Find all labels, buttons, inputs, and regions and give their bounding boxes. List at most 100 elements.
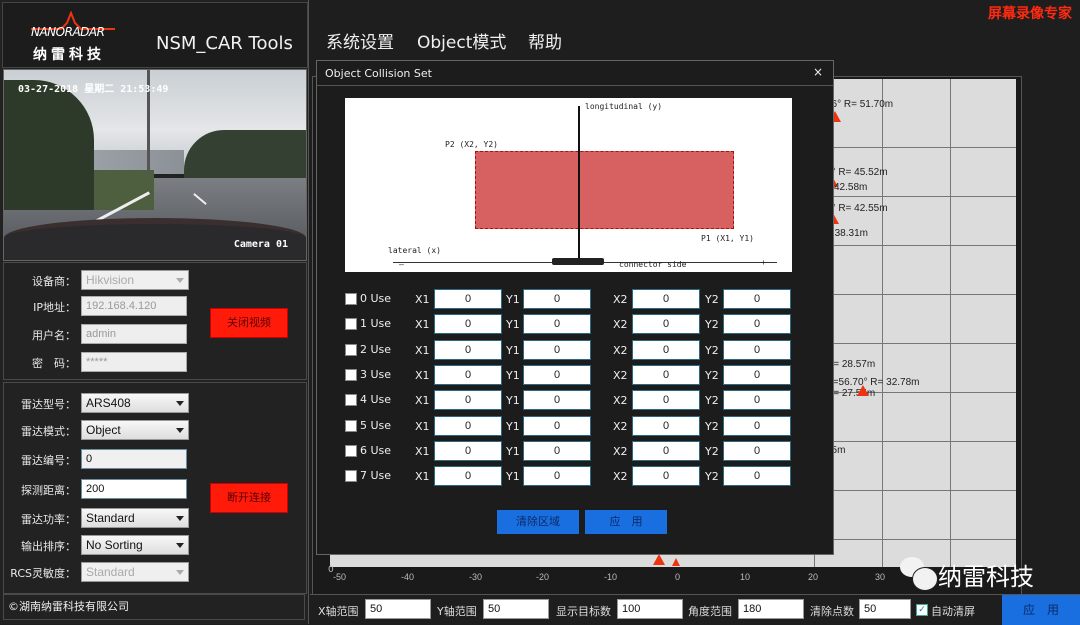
y2-input[interactable]: 0 bbox=[723, 289, 791, 309]
close-video-button[interactable]: 关闭视频 bbox=[210, 308, 288, 338]
y2-input[interactable]: 0 bbox=[723, 364, 791, 385]
longitudinal-label: longitudinal (y) bbox=[585, 102, 663, 111]
mode-select[interactable]: Object bbox=[81, 420, 189, 440]
chevron-down-icon bbox=[176, 278, 184, 283]
dialog-title-bar[interactable]: Object Collision Set × bbox=[317, 61, 833, 86]
sort-value: No Sorting bbox=[86, 538, 143, 552]
x1-input[interactable]: 0 bbox=[434, 415, 502, 436]
clear-zones-button[interactable]: 清除区域 bbox=[497, 510, 579, 534]
zone-use-checkbox[interactable] bbox=[345, 318, 357, 331]
lateral-label: lateral (x) bbox=[388, 246, 441, 255]
y1-label: Y1 bbox=[506, 394, 520, 408]
y1-input[interactable]: 0 bbox=[523, 440, 591, 461]
y1-input[interactable]: 0 bbox=[523, 415, 591, 436]
y1-input[interactable]: 0 bbox=[523, 339, 591, 360]
zone-row: 4 Use X1 0 Y1 0 X2 0 Y2 0 bbox=[345, 390, 815, 411]
y2-input[interactable]: 0 bbox=[723, 390, 791, 411]
y2-label: Y2 bbox=[705, 419, 719, 433]
x1-input[interactable]: 0 bbox=[434, 289, 502, 309]
mode-row: 雷达模式： Object bbox=[4, 420, 204, 442]
x2-input[interactable]: 0 bbox=[632, 390, 700, 411]
x1-input[interactable]: 0 bbox=[434, 364, 502, 385]
dialog-apply-button[interactable]: 应 用 bbox=[585, 510, 667, 534]
power-select[interactable]: Standard bbox=[81, 508, 189, 528]
ip-input[interactable]: 192.168.4.120 bbox=[81, 296, 187, 316]
x1-input[interactable]: 0 bbox=[434, 339, 502, 360]
chevron-down-icon bbox=[176, 570, 184, 575]
y2-input[interactable]: 0 bbox=[723, 339, 791, 360]
x-tick-label: 10 bbox=[740, 572, 751, 582]
x1-input[interactable]: 0 bbox=[434, 466, 502, 487]
range-row: 探测距离： 200 bbox=[4, 479, 204, 501]
x2-label: X2 bbox=[613, 394, 628, 408]
password-input[interactable]: ***** bbox=[81, 352, 187, 372]
x1-input[interactable]: 0 bbox=[434, 440, 502, 461]
y2-input[interactable]: 0 bbox=[723, 440, 791, 461]
x1-input[interactable]: 0 bbox=[434, 314, 502, 335]
header-bar: NANORADAR 纳雷科技 NSM_CAR Tools bbox=[2, 2, 308, 68]
radar-id-input[interactable]: 0 bbox=[81, 449, 187, 469]
x2-input[interactable]: 0 bbox=[632, 289, 700, 309]
target-count-input[interactable]: 100 bbox=[617, 599, 683, 619]
object-collision-dialog: Object Collision Set × longitudinal (y) … bbox=[316, 60, 834, 555]
zone-use-checkbox[interactable] bbox=[345, 293, 357, 305]
y2-label: Y2 bbox=[705, 343, 719, 357]
wechat-icon bbox=[912, 567, 938, 591]
rcs-row: RCS灵敏度： Standard bbox=[4, 562, 204, 584]
camera-video-feed: 03-27-2018 星期二 21:53:49 Camera 01 bbox=[3, 69, 307, 261]
y1-input[interactable]: 0 bbox=[523, 289, 591, 309]
p2-label: P2 (X2, Y2) bbox=[445, 140, 498, 149]
y1-input[interactable]: 0 bbox=[523, 364, 591, 385]
radar-settings-form: 雷达型号： ARS408 雷达模式： Object 雷达编号： 0 探测距离： … bbox=[3, 382, 307, 594]
power-row: 雷达功率： Standard bbox=[4, 508, 204, 530]
zone-use-checkbox[interactable] bbox=[345, 470, 357, 483]
y2-input[interactable]: 0 bbox=[723, 466, 791, 487]
rcs-select[interactable]: Standard bbox=[81, 562, 189, 582]
menu-object-mode[interactable]: Object模式 bbox=[417, 28, 506, 53]
zone-use-label: 1 Use bbox=[360, 317, 392, 331]
menu-system-settings[interactable]: 系统设置 bbox=[326, 28, 394, 53]
auto-clear-checkbox[interactable]: ✓ bbox=[916, 604, 928, 616]
y1-input[interactable]: 0 bbox=[523, 466, 591, 487]
zone-use-checkbox[interactable] bbox=[345, 419, 357, 432]
x1-label: X1 bbox=[415, 293, 430, 306]
video-trees bbox=[184, 130, 306, 180]
model-select[interactable]: ARS408 bbox=[81, 393, 189, 413]
range-input[interactable]: 200 bbox=[81, 479, 187, 499]
vendor-select[interactable]: Hikvision bbox=[81, 270, 189, 290]
close-icon[interactable]: × bbox=[813, 65, 823, 79]
y-range-input[interactable]: 50 bbox=[483, 599, 549, 619]
y1-input[interactable]: 0 bbox=[523, 390, 591, 411]
plot-apply-button[interactable]: 应 用 bbox=[1002, 595, 1080, 625]
x2-input[interactable]: 0 bbox=[632, 314, 700, 335]
username-input[interactable]: admin bbox=[81, 324, 187, 344]
x2-input[interactable]: 0 bbox=[632, 440, 700, 461]
x2-input[interactable]: 0 bbox=[632, 415, 700, 436]
zone-use-checkbox[interactable] bbox=[345, 444, 357, 457]
x1-input[interactable]: 0 bbox=[434, 390, 502, 411]
x-tick-label: 0 bbox=[675, 572, 681, 582]
menu-help[interactable]: 帮助 bbox=[528, 28, 562, 53]
x2-input[interactable]: 0 bbox=[632, 364, 700, 385]
zone-use-checkbox[interactable] bbox=[345, 368, 357, 381]
sort-select[interactable]: No Sorting bbox=[81, 535, 189, 555]
x2-input[interactable]: 0 bbox=[632, 466, 700, 487]
zone-use-label: 5 Use bbox=[360, 418, 392, 432]
angle-range-input[interactable]: 180 bbox=[738, 599, 804, 619]
y2-input[interactable]: 0 bbox=[723, 314, 791, 335]
x2-input[interactable]: 0 bbox=[632, 339, 700, 360]
y1-input[interactable]: 0 bbox=[523, 314, 591, 335]
disconnect-button[interactable]: 断开连接 bbox=[210, 483, 288, 513]
zone-row: 1 Use X1 0 Y1 0 X2 0 Y2 0 bbox=[345, 314, 815, 335]
video-camera-label: Camera 01 bbox=[233, 239, 288, 250]
x-tick-label: -10 bbox=[604, 572, 618, 582]
zone-use-checkbox[interactable] bbox=[345, 394, 357, 407]
y2-label: Y2 bbox=[705, 470, 719, 484]
x-range-input[interactable]: 50 bbox=[365, 599, 431, 619]
radar-id-label: 雷达编号： bbox=[21, 454, 76, 467]
x-tick-label: -50 bbox=[333, 572, 347, 582]
clear-points-input[interactable]: 50 bbox=[859, 599, 911, 619]
zone-row: 5 Use X1 0 Y1 0 X2 0 Y2 0 bbox=[345, 415, 815, 436]
y2-input[interactable]: 0 bbox=[723, 415, 791, 436]
zone-use-checkbox[interactable] bbox=[345, 343, 357, 356]
